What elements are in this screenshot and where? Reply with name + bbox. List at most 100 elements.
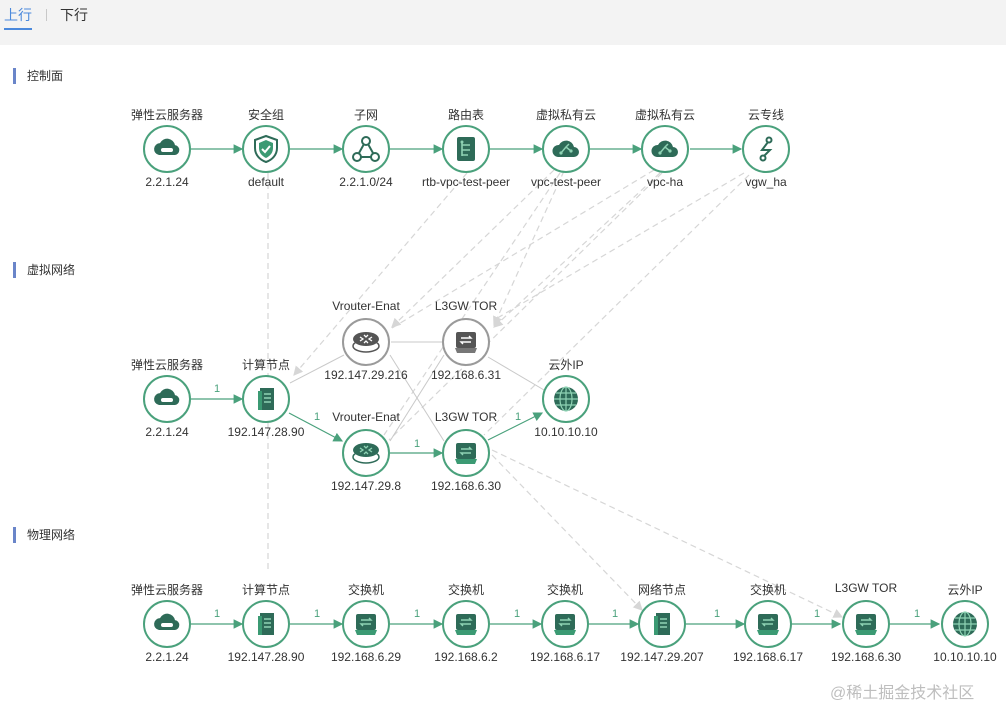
node-switch[interactable] bbox=[442, 600, 490, 648]
node-sub: 192.147.28.90 bbox=[227, 425, 305, 439]
node-sub: vgw_ha bbox=[745, 175, 787, 189]
node-sub: 2.2.1.24 bbox=[145, 425, 189, 439]
edge-label: 1 bbox=[714, 608, 721, 620]
shield-check-icon bbox=[254, 134, 278, 164]
edge-label: 1 bbox=[914, 608, 921, 620]
node-ecs[interactable] bbox=[143, 600, 191, 648]
node-sub: 2.2.1.24 bbox=[145, 650, 189, 664]
node-title: 交换机 bbox=[347, 583, 385, 597]
node-title: 云专线 bbox=[747, 108, 785, 122]
switch-icon bbox=[554, 614, 576, 635]
vpc-cloud-icon bbox=[552, 140, 579, 157]
node-title: Vrouter-Enat bbox=[332, 410, 400, 424]
node-title: L3GW TOR bbox=[434, 299, 498, 313]
cloud-server-icon bbox=[154, 388, 180, 405]
node-tor-inactive[interactable] bbox=[442, 318, 490, 366]
node-sub: 192.168.6.30 bbox=[430, 479, 502, 493]
section-marker bbox=[13, 68, 16, 84]
tab-uplink[interactable]: 上行 bbox=[4, 6, 32, 30]
node-sub: 2.2.1.24 bbox=[145, 175, 189, 189]
node-sub: 192.168.6.17 bbox=[529, 650, 601, 664]
dashed-edge bbox=[483, 174, 750, 436]
switch-icon bbox=[757, 614, 779, 635]
edge-label: 1 bbox=[214, 383, 221, 395]
node-title: 路由表 bbox=[447, 108, 485, 122]
watermark: @稀土掘金技术社区 bbox=[830, 685, 975, 702]
cloud-server-icon bbox=[154, 613, 180, 630]
node-title: L3GW TOR bbox=[834, 581, 898, 595]
node-title: 交换机 bbox=[447, 583, 485, 597]
node-compute[interactable] bbox=[242, 375, 290, 423]
dashed-edge bbox=[388, 172, 663, 441]
node-route-table[interactable] bbox=[442, 125, 490, 173]
tab-bar: 上行 下行 bbox=[0, 0, 1006, 45]
node-sub: 2.2.1.0/24 bbox=[339, 175, 393, 189]
node-title: 云外IP bbox=[548, 358, 584, 372]
edge-label: 1 bbox=[214, 608, 221, 620]
node-direct-connect[interactable] bbox=[742, 125, 790, 173]
node-sub: rtb-vpc-test-peer bbox=[421, 175, 511, 189]
node-switch[interactable] bbox=[744, 600, 792, 648]
section-physical-network: 物理网络 bbox=[27, 528, 76, 542]
node-sub: default bbox=[247, 175, 285, 189]
node-switch[interactable] bbox=[342, 600, 390, 648]
node-title: 子网 bbox=[353, 108, 379, 122]
node-sub: 192.168.6.2 bbox=[434, 650, 498, 664]
node-vpc[interactable] bbox=[542, 125, 590, 173]
edge-label: 1 bbox=[414, 608, 421, 620]
router-icon bbox=[352, 332, 380, 353]
node-title: 计算节点 bbox=[241, 583, 291, 597]
node-subnet[interactable] bbox=[342, 125, 390, 173]
node-title: 虚拟私有云 bbox=[535, 108, 597, 122]
switch-icon bbox=[355, 614, 377, 635]
node-title: Vrouter-Enat bbox=[332, 299, 400, 313]
vpc-cloud-icon bbox=[651, 140, 678, 157]
node-sub: 192.147.29.207 bbox=[620, 650, 704, 664]
router-icon bbox=[352, 443, 380, 464]
node-ecs[interactable] bbox=[143, 375, 191, 423]
node-title: 交换机 bbox=[546, 583, 584, 597]
edge-label: 1 bbox=[814, 608, 821, 620]
tab-downlink[interactable]: 下行 bbox=[60, 6, 88, 24]
node-sub: 10.10.10.10 bbox=[534, 425, 598, 439]
node-external-ip[interactable] bbox=[542, 375, 590, 423]
node-tor[interactable] bbox=[842, 600, 890, 648]
edge-label: 1 bbox=[414, 438, 421, 450]
server-icon bbox=[258, 388, 274, 410]
node-security-group[interactable] bbox=[242, 125, 290, 173]
node-vrouter[interactable] bbox=[342, 429, 390, 477]
node-title: 云外IP bbox=[947, 583, 983, 597]
node-title: L3GW TOR bbox=[434, 410, 498, 424]
switch-icon bbox=[855, 614, 877, 635]
node-compute[interactable] bbox=[242, 600, 290, 648]
node-sub: 192.147.29.8 bbox=[330, 479, 402, 493]
dashed-edge bbox=[391, 169, 655, 329]
section-virtual-network: 虚拟网络 bbox=[27, 263, 76, 277]
node-sub: 192.147.28.90 bbox=[227, 650, 305, 664]
tab-divider bbox=[46, 9, 47, 21]
subnet-icon bbox=[352, 136, 380, 162]
node-tor[interactable] bbox=[442, 429, 490, 477]
topology-canvas: 1 1 1 1 1 1 1 1 1 1 1 1 控制面 虚拟网络 物理网络 弹性… bbox=[4, 45, 1006, 702]
switch-icon bbox=[455, 614, 477, 635]
cloud-server-icon bbox=[154, 138, 180, 155]
switch-icon bbox=[455, 332, 477, 353]
direct-connect-icon bbox=[759, 136, 773, 162]
section-marker bbox=[13, 527, 16, 543]
node-external-ip[interactable] bbox=[941, 600, 989, 648]
edge-label: 1 bbox=[314, 411, 321, 423]
node-network-node[interactable] bbox=[638, 600, 686, 648]
switch-icon bbox=[455, 443, 477, 464]
node-title: 网络节点 bbox=[637, 583, 687, 597]
node-sub: 192.168.6.30 bbox=[830, 650, 902, 664]
node-title: 弹性云服务器 bbox=[130, 358, 204, 372]
server-icon bbox=[654, 613, 670, 635]
node-vpc[interactable] bbox=[641, 125, 689, 173]
node-title: 弹性云服务器 bbox=[130, 108, 204, 122]
node-vrouter-inactive[interactable] bbox=[342, 318, 390, 366]
node-ecs[interactable] bbox=[143, 125, 191, 173]
edge-label: 1 bbox=[515, 411, 522, 423]
node-switch[interactable] bbox=[541, 600, 589, 648]
section-control-plane: 控制面 bbox=[27, 69, 64, 83]
route-table-icon bbox=[457, 137, 475, 161]
